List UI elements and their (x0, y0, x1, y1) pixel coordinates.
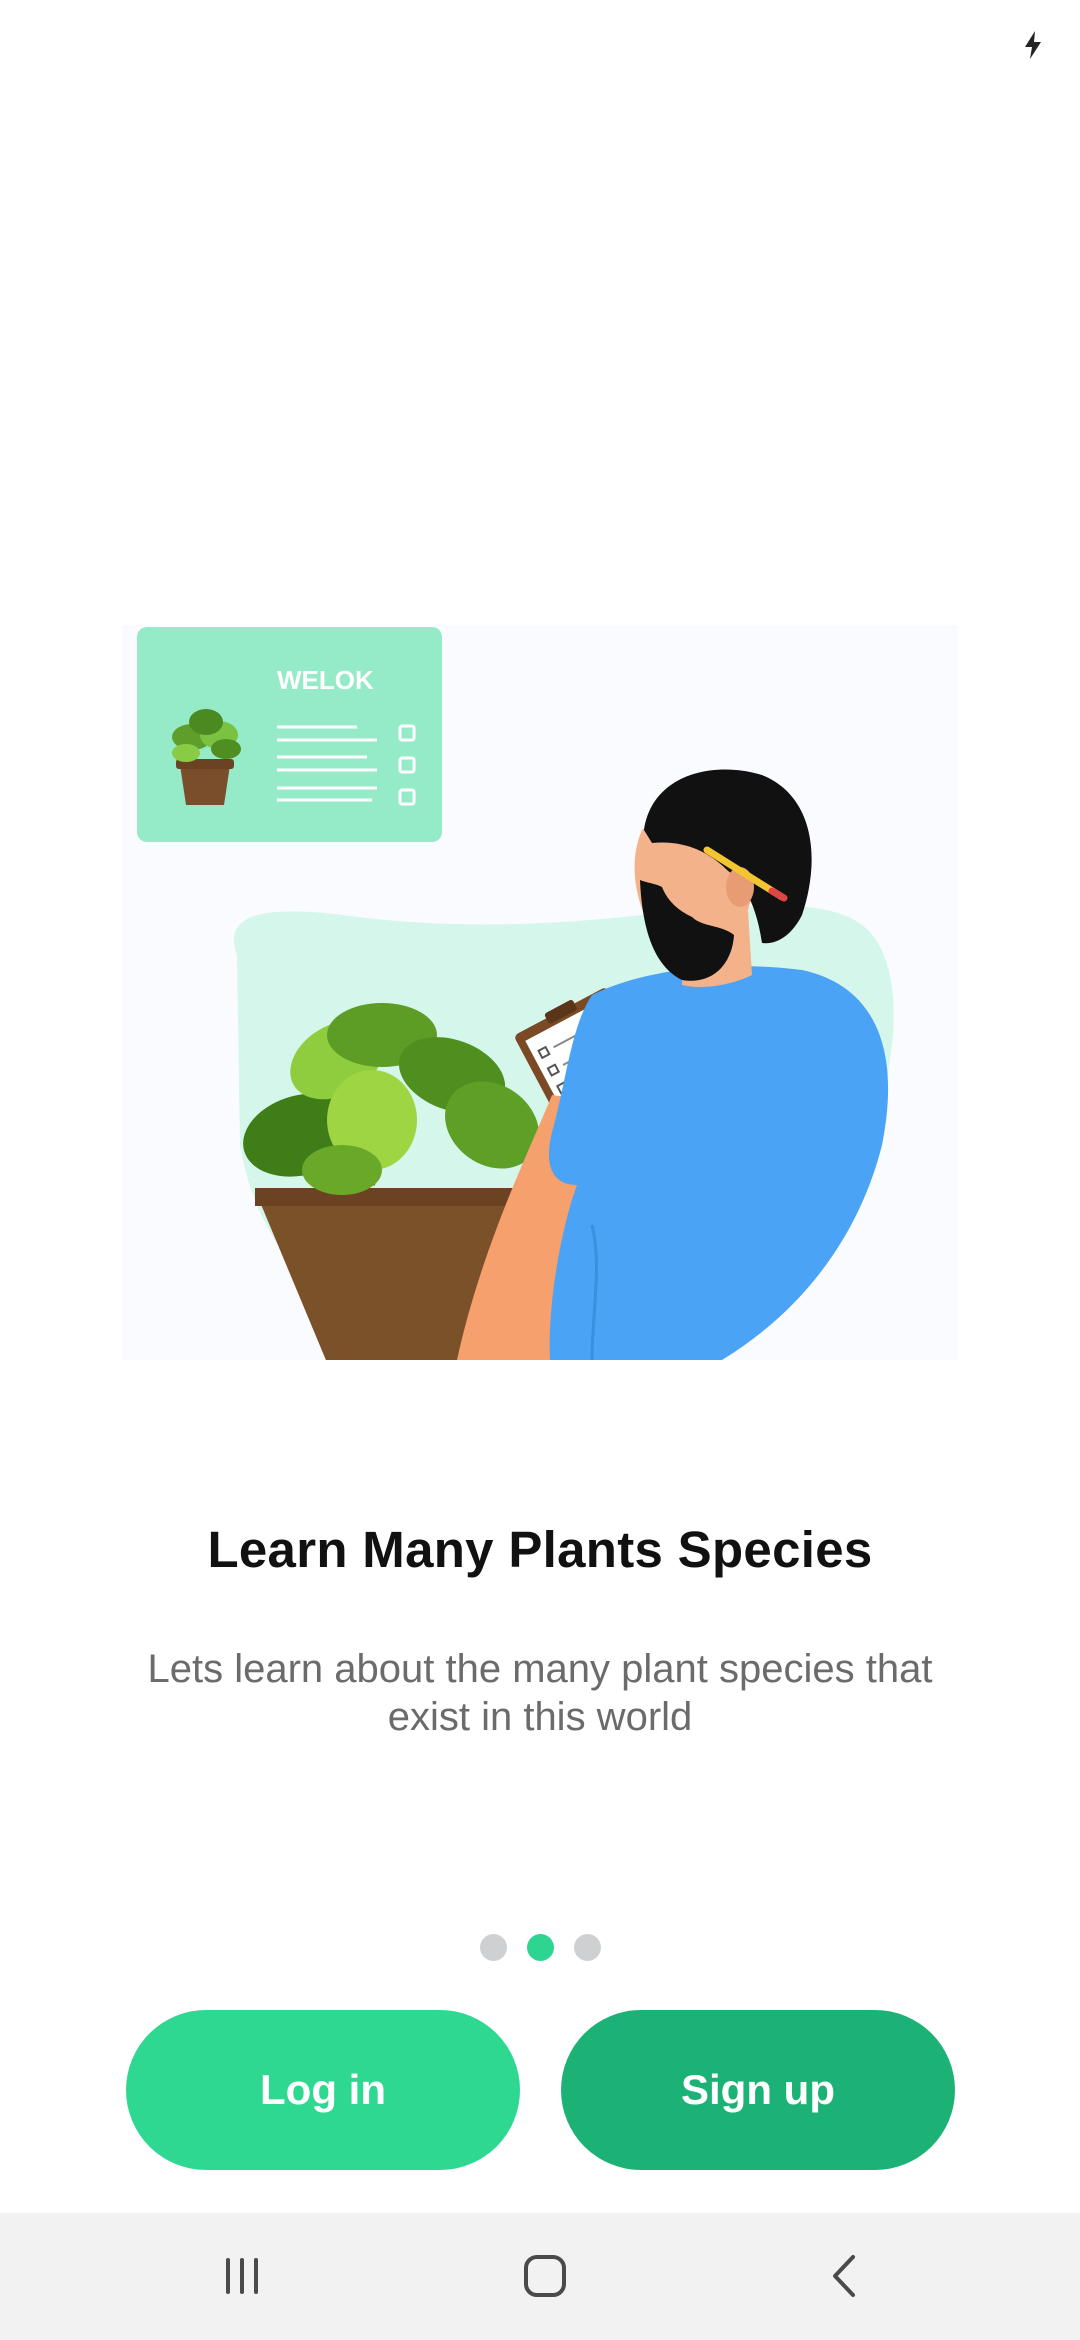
home-icon (524, 2255, 566, 2297)
onboarding-illustration: WELOK (122, 625, 958, 1360)
plant-info-card: WELOK (137, 627, 442, 842)
page-indicator (0, 1934, 1080, 1961)
login-button[interactable]: Log in (126, 2010, 520, 2170)
page-indicator-dot-3 (573, 1934, 601, 1961)
page-title: Learn Many Plants Species (207, 1521, 873, 1578)
status-bar (0, 0, 1080, 90)
charging-icon (1025, 31, 1041, 59)
home-button[interactable] (510, 2241, 580, 2311)
page-indicator-dot-1 (479, 1934, 507, 1961)
card-label: WELOK (277, 665, 374, 695)
system-navigation-bar (0, 2213, 1080, 2340)
recents-icon (226, 2258, 258, 2294)
signup-button[interactable]: Sign up (561, 2010, 955, 2170)
back-icon (833, 2255, 855, 2297)
recents-button[interactable] (207, 2241, 277, 2311)
page-subtitle: Lets learn about the many plant species … (147, 1647, 933, 1739)
page-indicator-dot-2-active (526, 1934, 554, 1961)
back-button[interactable] (810, 2241, 880, 2311)
